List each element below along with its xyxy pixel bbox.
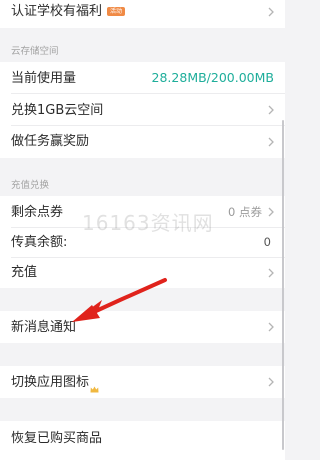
chevron-right-icon [268, 105, 274, 115]
current-usage-value: 28.28MB/200.00MB [151, 70, 274, 85]
recharge-label: 充值 [11, 265, 38, 280]
activity-badge: 活动 [107, 7, 126, 16]
row-verify-school[interactable]: 认证学校有福利 活动 [0, 0, 285, 28]
row-exchange-1gb[interactable]: 兑换1GB云空间 [0, 94, 285, 126]
remaining-points-label: 剩余点券 [11, 205, 64, 220]
remaining-points-value: 0 点券 [228, 205, 262, 219]
row-current-usage: 当前使用量 28.28MB/200.00MB [0, 62, 285, 94]
fax-balance-label: 传真余额: [11, 235, 68, 250]
row-switch-app-icon[interactable]: 切换应用图标 [0, 366, 285, 398]
row-recharge[interactable]: 充值 [0, 258, 285, 288]
chevron-right-icon [268, 137, 274, 147]
crown-icon [90, 378, 99, 393]
row-remaining-points[interactable]: 剩余点券 0 点券 [0, 196, 285, 228]
scrollbar[interactable] [282, 120, 284, 450]
row-task-reward[interactable]: 做任务赢奖励 [0, 126, 285, 158]
restore-purchases-label: 恢复已购买商品 [11, 431, 103, 446]
chevron-right-icon [268, 7, 274, 17]
row-fax-balance: 传真余额: 0 [0, 228, 285, 258]
fax-balance-value: 0 [263, 235, 271, 249]
chevron-right-icon [268, 322, 274, 332]
chevron-right-icon [268, 268, 274, 278]
exchange-1gb-label: 兑换1GB云空间 [11, 103, 104, 118]
chevron-right-icon [268, 377, 274, 387]
current-usage-label: 当前使用量 [11, 71, 77, 86]
switch-app-icon-label: 切换应用图标 [11, 375, 90, 390]
task-reward-label: 做任务赢奖励 [11, 134, 90, 149]
chevron-right-icon [268, 207, 274, 217]
new-message-notice-label: 新消息通知 [11, 320, 77, 335]
row-new-message-notice[interactable]: 新消息通知 [0, 311, 285, 343]
verify-school-label: 认证学校有福利 [11, 4, 103, 19]
section-title-recharge-exchange: 充值兑换 [11, 180, 50, 191]
row-restore-purchases[interactable]: 恢复已购买商品 [0, 421, 285, 460]
section-title-cloud-space: 云存储空间 [11, 46, 59, 57]
